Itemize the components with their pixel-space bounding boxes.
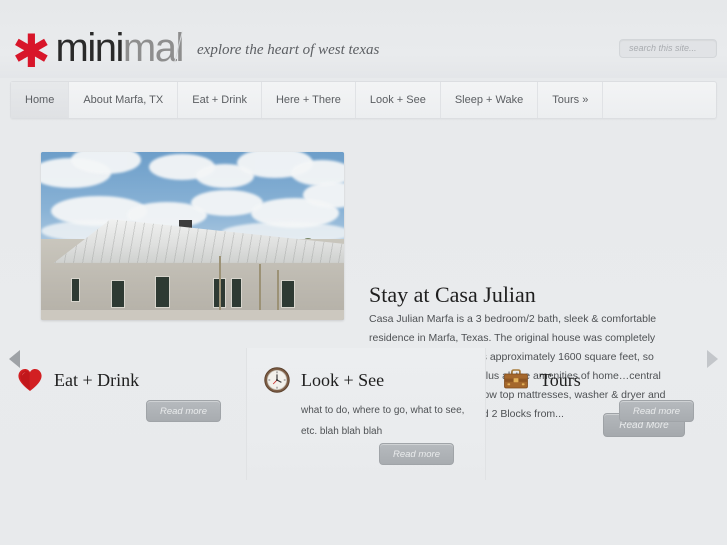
nav-item-eat-drink[interactable]: Eat + Drink	[178, 82, 262, 118]
feature-column-eat-drink: Eat + Drink Read more	[0, 348, 246, 480]
nav-item-sleep-wake[interactable]: Sleep + Wake	[441, 82, 539, 118]
nav-item-home[interactable]: Home	[11, 82, 70, 118]
slide-title: Stay at Casa Julian	[369, 282, 536, 307]
site-logo[interactable]: ✱ minimal	[12, 24, 184, 78]
featured-slider: Stay at Casa Julian Casa Julian Marfa is…	[0, 132, 727, 477]
feature-column-look-see: Look + See what to do, where to go, what…	[246, 348, 486, 480]
asterisk-icon: ✱	[12, 24, 51, 78]
feature-column-tours: Tours Read more	[486, 348, 727, 480]
read-more-button-eat-drink[interactable]: Read more	[146, 400, 221, 422]
search-input[interactable]	[619, 39, 717, 58]
page-root: ✱ minimal explore the heart of west texa…	[0, 0, 727, 545]
logo-text-primary: mini	[55, 26, 125, 70]
nav-item-look-see[interactable]: Look + See	[356, 82, 441, 118]
main-navigation: Home About Marfa, TX Eat + Drink Here + …	[10, 81, 717, 119]
clock-icon	[263, 366, 291, 394]
photo-ground	[41, 309, 344, 320]
nav-item-tours[interactable]: Tours »	[538, 82, 604, 118]
site-header: ✱ minimal explore the heart of west texa…	[0, 0, 727, 78]
heart-icon	[16, 366, 44, 394]
read-more-button-look-see[interactable]: Read more	[379, 443, 454, 465]
feature-columns: Eat + Drink Read more Look + See what to…	[0, 348, 727, 480]
slide-photo[interactable]	[41, 152, 344, 320]
nav-item-here-there[interactable]: Here + There	[262, 82, 356, 118]
feature-title-eat-drink: Eat + Drink	[54, 369, 140, 390]
nav-filler	[603, 82, 716, 118]
site-tagline: explore the heart of west texas	[197, 42, 380, 58]
feature-text-look-see: what to do, where to go, what to see, et…	[301, 405, 465, 437]
feature-title-look-see: Look + See	[301, 369, 385, 390]
briefcase-icon	[502, 366, 530, 394]
feature-title-tours: Tours	[540, 369, 581, 390]
nav-item-about-marfa[interactable]: About Marfa, TX	[69, 82, 179, 118]
read-more-button-tours[interactable]: Read more	[619, 400, 694, 422]
